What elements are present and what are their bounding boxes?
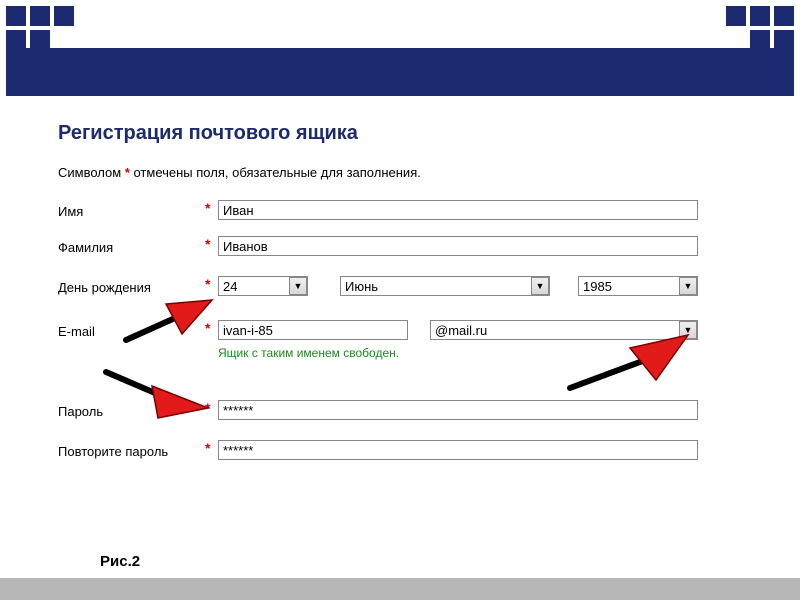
last-name-field[interactable] [218,236,698,256]
presentation-slide: Регистрация почтового ящика Символом * о… [0,0,800,600]
label-first-name: Имя [58,204,83,219]
header-band [6,48,794,96]
asterisk-email: * [205,320,210,336]
chevron-down-icon[interactable]: ▼ [679,321,697,339]
asterisk-password-repeat: * [205,440,210,456]
bottom-bar [0,578,800,600]
chevron-down-icon[interactable]: ▼ [289,277,307,295]
asterisk-birthday: * [205,276,210,292]
email-domain-select[interactable] [430,320,698,340]
white-banner [0,0,800,48]
note-suffix: отмечены поля, обязательные для заполнен… [130,165,421,180]
asterisk-password: * [205,400,210,416]
first-name-field[interactable] [218,200,698,220]
password-repeat-field[interactable] [218,440,698,460]
email-local-field[interactable] [218,320,408,340]
password-field[interactable] [218,400,698,420]
note-prefix: Символом [58,165,125,180]
chevron-down-icon[interactable]: ▼ [679,277,697,295]
label-birthday: День рождения [58,280,151,295]
required-note: Символом * отмечены поля, обязательные д… [58,165,421,180]
figure-caption: Рис.2 [100,553,140,570]
label-last-name: Фамилия [58,240,113,255]
birth-month-select[interactable] [340,276,550,296]
arrow-annotation-icon [560,330,700,400]
chevron-down-icon[interactable]: ▼ [531,277,549,295]
email-availability-hint: Ящик с таким именем свободен. [218,346,399,360]
label-email: E-mail [58,324,95,339]
label-password-repeat: Повторите пароль [58,444,168,459]
label-password: Пароль [58,404,103,419]
asterisk-first-name: * [205,200,210,216]
page-title: Регистрация почтового ящика [58,122,358,145]
asterisk-last-name: * [205,236,210,252]
arrow-annotation-icon [100,360,220,420]
